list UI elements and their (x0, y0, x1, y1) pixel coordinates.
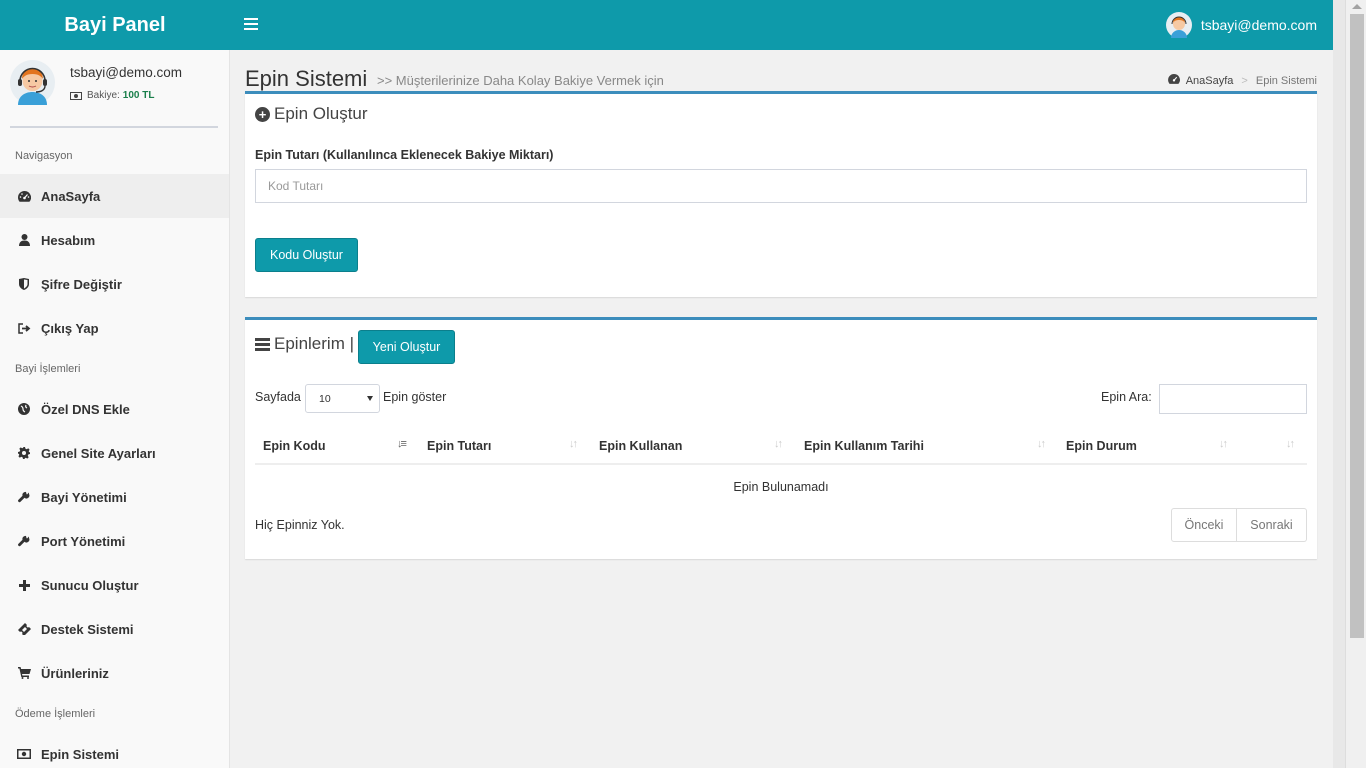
sidebar-item-sifre-degistir[interactable]: Şifre Değiştir (0, 262, 229, 306)
sidebar-item-epin-sistemi[interactable]: Epin Sistemi (0, 732, 229, 768)
gear-icon (17, 446, 31, 460)
dashboard-icon (17, 189, 31, 203)
epin-create-title: + Epin Oluştur (255, 104, 368, 124)
sign-out-icon (17, 321, 31, 335)
plus-icon (17, 578, 31, 592)
sidebar-item-label: AnaSayfa (41, 188, 101, 204)
avatar (1165, 12, 1192, 38)
sort-icon[interactable]: ↓↑ (774, 438, 788, 452)
sidebar-item-label: Port Yönetimi (41, 533, 126, 549)
search-input[interactable] (1159, 384, 1307, 414)
breadcrumb: AnaSayfa > Epin Sistemi (1167, 73, 1317, 87)
new-epin-button[interactable]: Yeni Oluştur (358, 330, 455, 364)
dashboard-icon (1167, 73, 1180, 87)
profile-balance: Bakiye: 100 TL (70, 90, 154, 101)
epin-amount-input[interactable] (255, 169, 1307, 203)
balance-label: Bakiye: (87, 90, 120, 101)
sidebar-item-label: Şifre Değiştir (41, 276, 122, 292)
sidebar-item-urunleriniz[interactable]: Ürünleriniz (0, 651, 229, 695)
sidebar-item-label: Destek Sistemi (41, 621, 134, 637)
sidebar-item-label: Özel DNS Ekle (41, 401, 130, 417)
table-empty-row: Epin Bulunamadı (733, 480, 829, 494)
sidebar-item-label: Epin Sistemi (41, 746, 120, 762)
balance-value: 100 TL (122, 90, 155, 101)
breadcrumb-current: Epin Sistemi (1255, 74, 1317, 87)
nav-header-odeme-islemleri: Ödeme İşlemleri (15, 708, 96, 720)
shield-icon (17, 277, 31, 291)
epin-list-box: Epinlerim | Yeni Oluştur Sayfada 10 Epin… (245, 317, 1317, 559)
sidebar-item-cikis-yap[interactable]: Çıkış Yap (0, 306, 229, 350)
money-icon (17, 747, 31, 761)
table-header: Epin Kodu ↓≡ Epin Tutarı ↓↑ Epin Kullana… (255, 427, 1307, 465)
previous-page-button[interactable]: Önceki (1171, 508, 1237, 542)
epin-create-box: + Epin Oluştur Epin Tutarı (Kullanılınca… (245, 91, 1317, 297)
nav-header-navigasyon: Navigasyon (15, 150, 73, 162)
scroll-up-arrow-icon[interactable] (1352, 4, 1362, 9)
pagination: Önceki Sonraki (1171, 508, 1307, 542)
sidebar-item-label: Genel Site Ayarları (41, 445, 156, 461)
breadcrumb-home-link[interactable]: AnaSayfa (1186, 75, 1234, 87)
sidebar-item-genel-site-ayarlari[interactable]: Genel Site Ayarları (0, 431, 229, 475)
money-icon (70, 91, 82, 100)
column-header-epin-durum[interactable]: Epin Durum (1066, 427, 1137, 465)
sort-asc-icon[interactable]: ↓≡ (397, 438, 411, 452)
sidebar-item-label: Sunucu Oluştur (41, 577, 139, 593)
sidebar-item-label: Bayi Yönetimi (41, 489, 127, 505)
sidebar-item-sunucu-olustur[interactable]: Sunucu Oluştur (0, 563, 229, 607)
sort-icon[interactable]: ↓↑ (1037, 438, 1051, 452)
nav-header-bayi-islemleri: Bayi İşlemleri (15, 363, 81, 375)
epin-list-title-text: Epinlerim | (274, 334, 354, 353)
sidebar-item-label: Hesabım (41, 232, 96, 248)
scrollbar-thumb[interactable] (1350, 14, 1364, 638)
caret-down-icon (367, 396, 373, 401)
sort-icon[interactable]: ↓↑ (569, 438, 583, 452)
sort-icon[interactable]: ↓↑ (1219, 438, 1233, 452)
sidebar-item-port-yonetimi[interactable]: Port Yönetimi (0, 519, 229, 563)
page-length-label: Sayfada (255, 390, 301, 404)
ticket-icon (17, 622, 31, 636)
wrench-icon (17, 490, 31, 504)
epin-create-title-text: Epin Oluştur (274, 104, 368, 123)
epin-list-title: Epinlerim | (255, 334, 354, 354)
globe-icon (17, 402, 31, 416)
sidebar-item-anasayfa[interactable]: AnaSayfa (0, 174, 229, 218)
column-header-epin-kullanan[interactable]: Epin Kullanan (599, 427, 682, 465)
user-email: tsbayi@demo.com (1200, 17, 1317, 33)
top-navbar: Bayi Panel tsbayi@demo.com (0, 0, 1333, 50)
sidebar: tsbayi@demo.com Bakiye: 100 TL Navigasyo… (0, 50, 230, 768)
breadcrumb-separator: > (1241, 74, 1248, 87)
page-subtitle: >> Müşterilerinize Daha Kolay Bakiye Ver… (377, 73, 664, 88)
page-length-select[interactable]: 10 (305, 384, 380, 413)
sort-icon[interactable]: ↓↑ (1286, 438, 1300, 452)
page-length-value: 10 (319, 393, 331, 405)
profile-name: tsbayi@demo.com (70, 65, 182, 80)
sidebar-item-ozel-dns-ekle[interactable]: Özel DNS Ekle (0, 387, 229, 431)
epin-amount-label: Epin Tutarı (Kullanılınca Eklenecek Baki… (255, 148, 554, 162)
sidebar-item-hesabim[interactable]: Hesabım (0, 218, 229, 262)
plus-circle-icon: + (255, 106, 270, 122)
wrench-icon (17, 534, 31, 548)
column-header-epin-kullanim-tarihi[interactable]: Epin Kullanım Tarihi (804, 427, 924, 465)
cart-icon (17, 666, 31, 680)
page-title: Epin Sistemi (245, 66, 368, 91)
sidebar-item-bayi-yonetimi[interactable]: Bayi Yönetimi (0, 475, 229, 519)
sidebar-item-label: Ürünleriniz (41, 665, 109, 681)
user-menu[interactable]: tsbayi@demo.com (1165, 12, 1317, 38)
column-header-epin-tutari[interactable]: Epin Tutarı (427, 427, 491, 465)
brand-logo[interactable]: Bayi Panel (0, 0, 230, 50)
bars-icon (255, 337, 270, 351)
column-header-epin-kodu[interactable]: Epin Kodu (263, 427, 326, 465)
avatar (10, 60, 55, 105)
table-info: Hiç Epinniz Yok. (255, 518, 345, 532)
scrollbar-track (1333, 0, 1346, 768)
next-page-button[interactable]: Sonraki (1237, 508, 1307, 542)
create-code-button[interactable]: Kodu Oluştur (255, 238, 358, 272)
search-label: Epin Ara: (1101, 390, 1152, 404)
user-icon (17, 233, 31, 247)
sidebar-item-label: Çıkış Yap (41, 320, 99, 336)
sidebar-toggle-icon[interactable] (244, 18, 258, 32)
page-length-suffix: Epin göster (383, 390, 447, 404)
sidebar-item-destek-sistemi[interactable]: Destek Sistemi (0, 607, 229, 651)
sidebar-user-panel: tsbayi@demo.com Bakiye: 100 TL (10, 60, 218, 128)
